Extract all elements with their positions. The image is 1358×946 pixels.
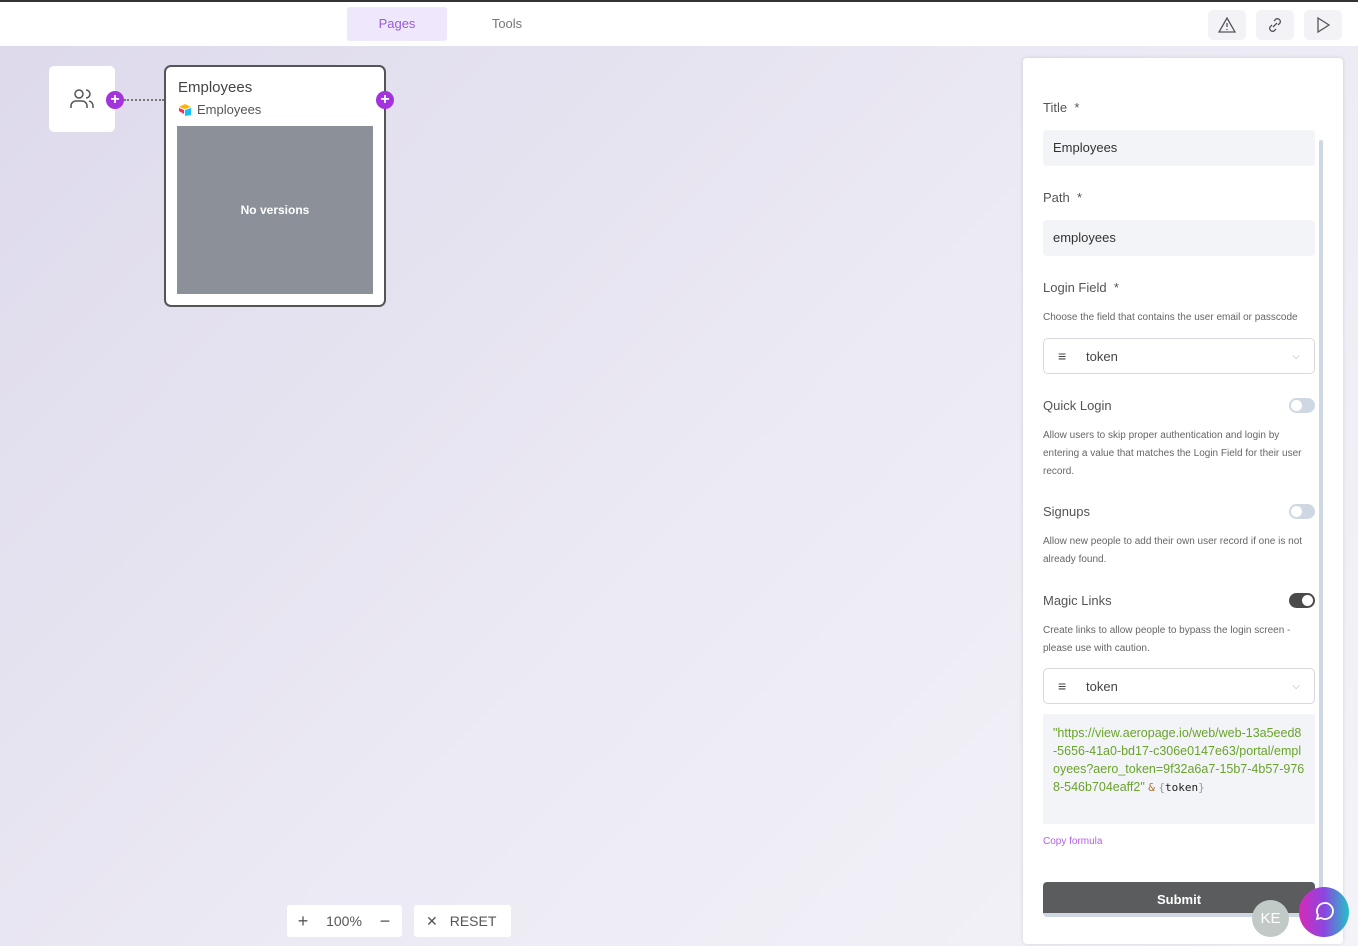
preview-text: No versions: [240, 203, 310, 217]
quick-login-label: Quick Login: [1043, 398, 1112, 413]
text-field-icon: ≡: [1058, 348, 1067, 364]
chevron-down-icon: ⌵: [1292, 680, 1300, 692]
add-page-button[interactable]: +: [376, 91, 394, 109]
quick-login-help: Allow users to skip proper authenticatio…: [1043, 430, 1302, 477]
airtable-icon: [179, 103, 191, 116]
text-field-icon: ≡: [1058, 678, 1067, 694]
page-card[interactable]: Employees Employees No versions: [164, 65, 386, 307]
chevron-down-icon: ⌵: [1292, 350, 1300, 362]
play-icon: [1317, 17, 1330, 33]
link-button[interactable]: [1256, 10, 1294, 40]
formula-editor[interactable]: "https://view.aeropage.io/web/web-13a5ee…: [1043, 714, 1315, 824]
warning-button[interactable]: [1208, 10, 1246, 40]
close-icon: ✕: [426, 912, 438, 929]
tab-pages[interactable]: Pages: [347, 7, 447, 41]
card-preview: No versions: [177, 126, 373, 294]
signups-toggle[interactable]: [1289, 504, 1315, 519]
magic-links-toggle[interactable]: [1289, 593, 1315, 608]
zoom-out-button[interactable]: −: [369, 911, 401, 932]
users-icon: [70, 89, 94, 108]
card-source-label: Employees: [197, 102, 262, 117]
panel-scrollbar[interactable]: [1319, 140, 1323, 920]
chat-icon: [1315, 902, 1334, 921]
login-field-select[interactable]: ≡ token ⌵: [1043, 338, 1315, 374]
path-input[interactable]: employees: [1043, 220, 1315, 256]
warning-icon: [1218, 17, 1236, 33]
path-label: Path *: [1043, 190, 1083, 205]
title-label: Title *: [1043, 100, 1080, 115]
copy-formula-link[interactable]: Copy formula: [1043, 836, 1102, 847]
login-field-help: Choose the field that contains the user …: [1043, 312, 1298, 323]
quick-login-toggle[interactable]: [1289, 398, 1315, 413]
reset-label: RESET: [449, 913, 497, 929]
reset-button[interactable]: ✕ RESET: [414, 905, 511, 937]
magic-links-field-select[interactable]: ≡ token ⌵: [1043, 668, 1315, 704]
zoom-controls: + 100% −: [287, 905, 402, 937]
add-connection-button[interactable]: +: [106, 91, 124, 109]
avatar[interactable]: KE: [1252, 900, 1289, 937]
connector-line: [124, 99, 164, 101]
preview-button[interactable]: [1304, 10, 1342, 40]
link-icon: [1269, 18, 1281, 32]
tab-tools[interactable]: Tools: [457, 7, 557, 41]
formula-operator: &: [1148, 781, 1155, 794]
magic-links-help: Create links to allow people to bypass t…: [1043, 625, 1291, 654]
signups-label: Signups: [1043, 504, 1090, 519]
top-bar: Pages Tools: [0, 0, 1358, 46]
login-field-label: Login Field *: [1043, 280, 1119, 295]
zoom-in-button[interactable]: +: [287, 911, 319, 932]
card-title: Employees: [178, 79, 253, 96]
card-source: Employees: [178, 102, 261, 117]
zoom-level: 100%: [326, 913, 362, 929]
chat-button[interactable]: [1299, 887, 1349, 937]
magic-links-label: Magic Links: [1043, 593, 1112, 608]
formula-field: token: [1165, 781, 1199, 794]
signups-help: Allow new people to add their own user r…: [1043, 536, 1303, 565]
title-input[interactable]: Employees: [1043, 130, 1315, 166]
